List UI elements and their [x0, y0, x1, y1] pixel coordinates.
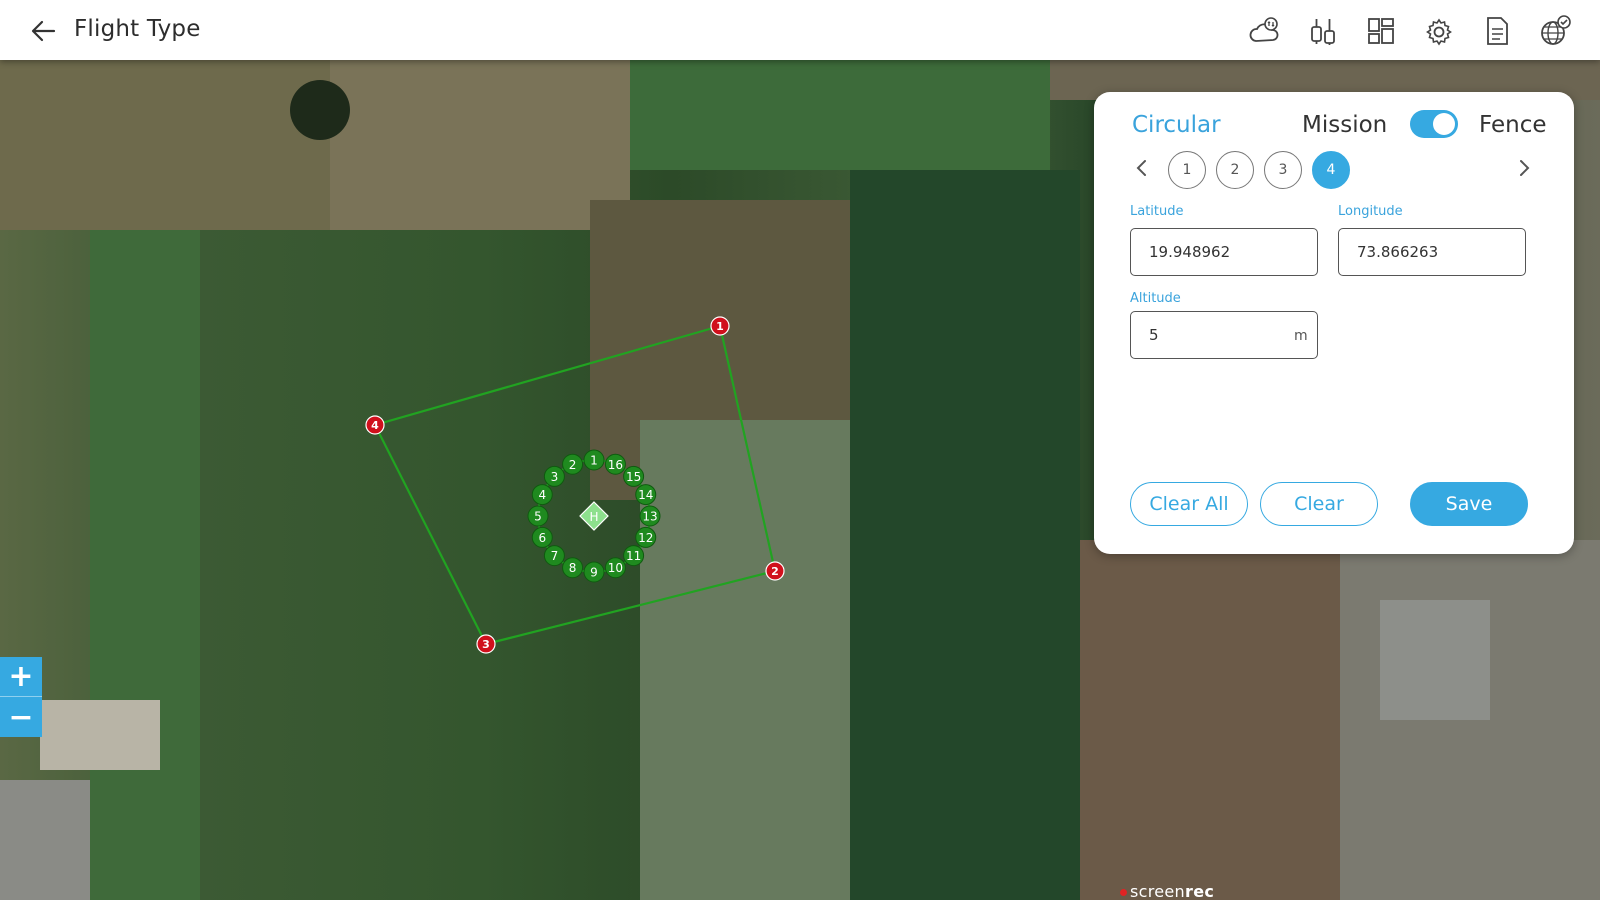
- layout-icon[interactable]: [1362, 12, 1400, 50]
- waypoint-label: 3: [551, 470, 559, 484]
- waypoint-marker[interactable]: 14: [635, 484, 657, 506]
- waypoint-marker[interactable]: 6: [531, 526, 553, 548]
- screenrec-watermark: screenrec: [1120, 882, 1214, 900]
- waypoint-label: 2: [569, 458, 577, 472]
- controls-icon[interactable]: [1304, 12, 1342, 50]
- point-1-button[interactable]: 1: [1168, 151, 1206, 189]
- record-dot-icon: [1120, 889, 1127, 896]
- home-label: H: [589, 510, 598, 524]
- fence-point-marker[interactable]: 2: [765, 561, 785, 581]
- waypoint-marker[interactable]: 4: [531, 484, 553, 506]
- fence-point-marker[interactable]: 3: [476, 634, 496, 654]
- waypoint-label: 14: [638, 488, 653, 502]
- waypoint-label: 11: [626, 549, 641, 563]
- fence-edge: [374, 424, 487, 645]
- fence-label: Fence: [1479, 112, 1547, 138]
- fence-edge: [485, 569, 776, 646]
- toolbar: [1246, 12, 1574, 50]
- fence-point-label: 2: [771, 565, 779, 578]
- fence-point-label: 1: [716, 320, 724, 333]
- fence-polygon: [374, 324, 777, 646]
- latitude-label: Latitude: [1130, 204, 1184, 219]
- point-4-button[interactable]: 4: [1312, 151, 1350, 189]
- waypoint-label: 12: [638, 531, 653, 545]
- waypoint-marker[interactable]: 16: [604, 453, 626, 475]
- watermark-bold: rec: [1185, 882, 1215, 900]
- home-marker[interactable]: H: [579, 501, 609, 531]
- waypoint-label: 10: [608, 561, 623, 575]
- longitude-label: Longitude: [1338, 204, 1403, 219]
- latitude-input[interactable]: [1130, 228, 1318, 276]
- waypoint-marker[interactable]: 11: [623, 545, 645, 567]
- chevron-left-icon[interactable]: [1130, 156, 1154, 180]
- weather-sync-icon[interactable]: [1246, 12, 1284, 50]
- waypoint-marker[interactable]: 10: [604, 557, 626, 579]
- zoom-out-button[interactable]: −: [0, 697, 42, 737]
- toggle-knob: [1433, 113, 1455, 135]
- altitude-unit: m: [1294, 328, 1308, 344]
- waypoint-label: 15: [626, 470, 641, 484]
- document-icon[interactable]: [1478, 12, 1516, 50]
- fence-edge: [718, 325, 777, 572]
- point-3-button[interactable]: 3: [1264, 151, 1302, 189]
- waypoint-label: 1: [590, 454, 598, 468]
- waypoint-marker[interactable]: 1: [583, 449, 605, 471]
- waypoint-label: 7: [551, 549, 559, 563]
- altitude-label: Altitude: [1130, 291, 1181, 306]
- waypoint-marker[interactable]: 15: [623, 465, 645, 487]
- page-title: Flight Type: [74, 16, 201, 42]
- clear-button[interactable]: Clear: [1260, 482, 1378, 526]
- waypoint-marker[interactable]: 8: [562, 557, 584, 579]
- flight-type-label: Circular: [1132, 112, 1221, 138]
- fence-point-marker[interactable]: 4: [365, 415, 385, 435]
- waypoint-marker[interactable]: 3: [543, 465, 565, 487]
- fence-point-label: 3: [482, 638, 490, 651]
- waypoint-marker[interactable]: 7: [543, 545, 565, 567]
- back-arrow-icon[interactable]: [28, 15, 60, 47]
- mission-panel: Circular Mission Fence 1 2 3 4 Latitude …: [1094, 92, 1574, 554]
- waypoint-marker[interactable]: 5: [527, 505, 549, 527]
- globe-check-icon[interactable]: [1536, 12, 1574, 50]
- waypoint-label: 8: [569, 561, 577, 575]
- watermark-prefix: screen: [1130, 882, 1185, 900]
- save-button[interactable]: Save: [1410, 482, 1528, 526]
- fence-edge: [374, 324, 721, 427]
- waypoint-label: 4: [538, 488, 546, 502]
- settings-icon[interactable]: [1420, 12, 1458, 50]
- fence-point-marker[interactable]: 1: [710, 316, 730, 336]
- point-selector: 1 2 3 4: [1168, 151, 1350, 189]
- waypoint-label: 13: [642, 510, 657, 524]
- waypoint-marker[interactable]: 2: [562, 453, 584, 475]
- mission-label: Mission: [1302, 112, 1388, 138]
- waypoint-label: 16: [608, 458, 623, 472]
- waypoint-marker[interactable]: 9: [583, 561, 605, 583]
- waypoint-label: 6: [538, 531, 546, 545]
- fence-point-label: 4: [371, 419, 379, 432]
- chevron-right-icon[interactable]: [1512, 156, 1536, 180]
- point-2-button[interactable]: 2: [1216, 151, 1254, 189]
- altitude-input[interactable]: [1130, 311, 1318, 359]
- waypoint-marker[interactable]: 13: [639, 505, 661, 527]
- app-header: Flight Type: [0, 0, 1600, 60]
- zoom-in-button[interactable]: +: [0, 657, 42, 697]
- waypoint-label: 9: [590, 566, 598, 580]
- waypoint-marker[interactable]: 12: [635, 526, 657, 548]
- waypoint-label: 5: [534, 510, 542, 524]
- longitude-input[interactable]: [1338, 228, 1526, 276]
- clear-all-button[interactable]: Clear All: [1130, 482, 1248, 526]
- mission-fence-toggle[interactable]: [1410, 110, 1458, 138]
